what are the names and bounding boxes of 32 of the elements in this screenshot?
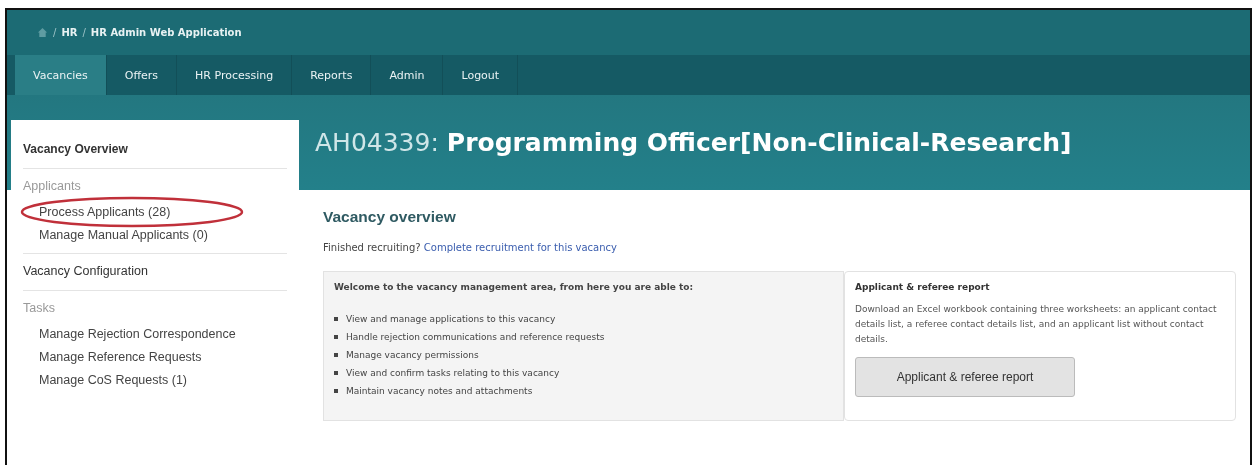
list-item: View and manage applications to this vacancy xyxy=(346,314,556,324)
sidebar-heading: Tasks xyxy=(23,301,56,315)
bullet-icon xyxy=(334,335,338,339)
breadcrumb-separator: / xyxy=(82,27,86,38)
sidebar-item[interactable]: Manage Rejection Correspondence xyxy=(39,327,236,341)
breadcrumb-link[interactable]: HR Admin Web Application xyxy=(90,27,242,38)
report-button[interactable]: Applicant & referee report xyxy=(855,357,1075,397)
sidebar-link[interactable]: Vacancy Overview xyxy=(23,132,287,169)
list-item: Maintain vacancy notes and attachments xyxy=(346,386,533,396)
sidebar-item[interactable]: Manage Reference Requests xyxy=(39,350,202,364)
list-item: Handle rejection communications and reference requests xyxy=(346,332,605,342)
report-title: Applicant & referee report xyxy=(855,282,990,292)
report-description: Download an Excel workbook containing three worksheets: an applicant contact details list, a referee contact details list, and an applicant list without contact details. xyxy=(855,303,1218,346)
bullet-icon xyxy=(334,389,338,393)
complete-link[interactable]: Complete recruitment for this vacancy xyxy=(423,242,617,253)
sidebar-link[interactable]: Vacancy Configuration xyxy=(23,254,287,291)
prompt-text: Finished recruiting? xyxy=(323,242,421,253)
sidebar-item[interactable]: Manage Manual Applicants (0) xyxy=(39,228,208,242)
bullet-icon xyxy=(334,353,338,357)
welcome-intro: Welcome to the vacancy management area, from here you are able to: xyxy=(334,282,695,292)
bullet-icon xyxy=(334,371,338,375)
nav-tab[interactable]: Vacancies xyxy=(15,55,107,95)
list-item: View and confirm tasks relating to this vacancy xyxy=(346,368,560,378)
sidebar-item[interactable]: Manage CoS Requests (1) xyxy=(39,373,187,387)
breadcrumb-link[interactable]: HR xyxy=(61,27,78,38)
page-title: AH04339: Programming Officer[Non-Clinical-Research] xyxy=(315,128,1072,157)
section-heading: Vacancy overview xyxy=(323,208,457,226)
sidebar-heading: Applicants xyxy=(23,179,82,193)
breadcrumb-separator: / xyxy=(53,27,57,38)
home-icon[interactable] xyxy=(37,27,48,38)
bullet-icon xyxy=(334,317,338,321)
list-item: Manage vacancy permissions xyxy=(346,350,479,360)
